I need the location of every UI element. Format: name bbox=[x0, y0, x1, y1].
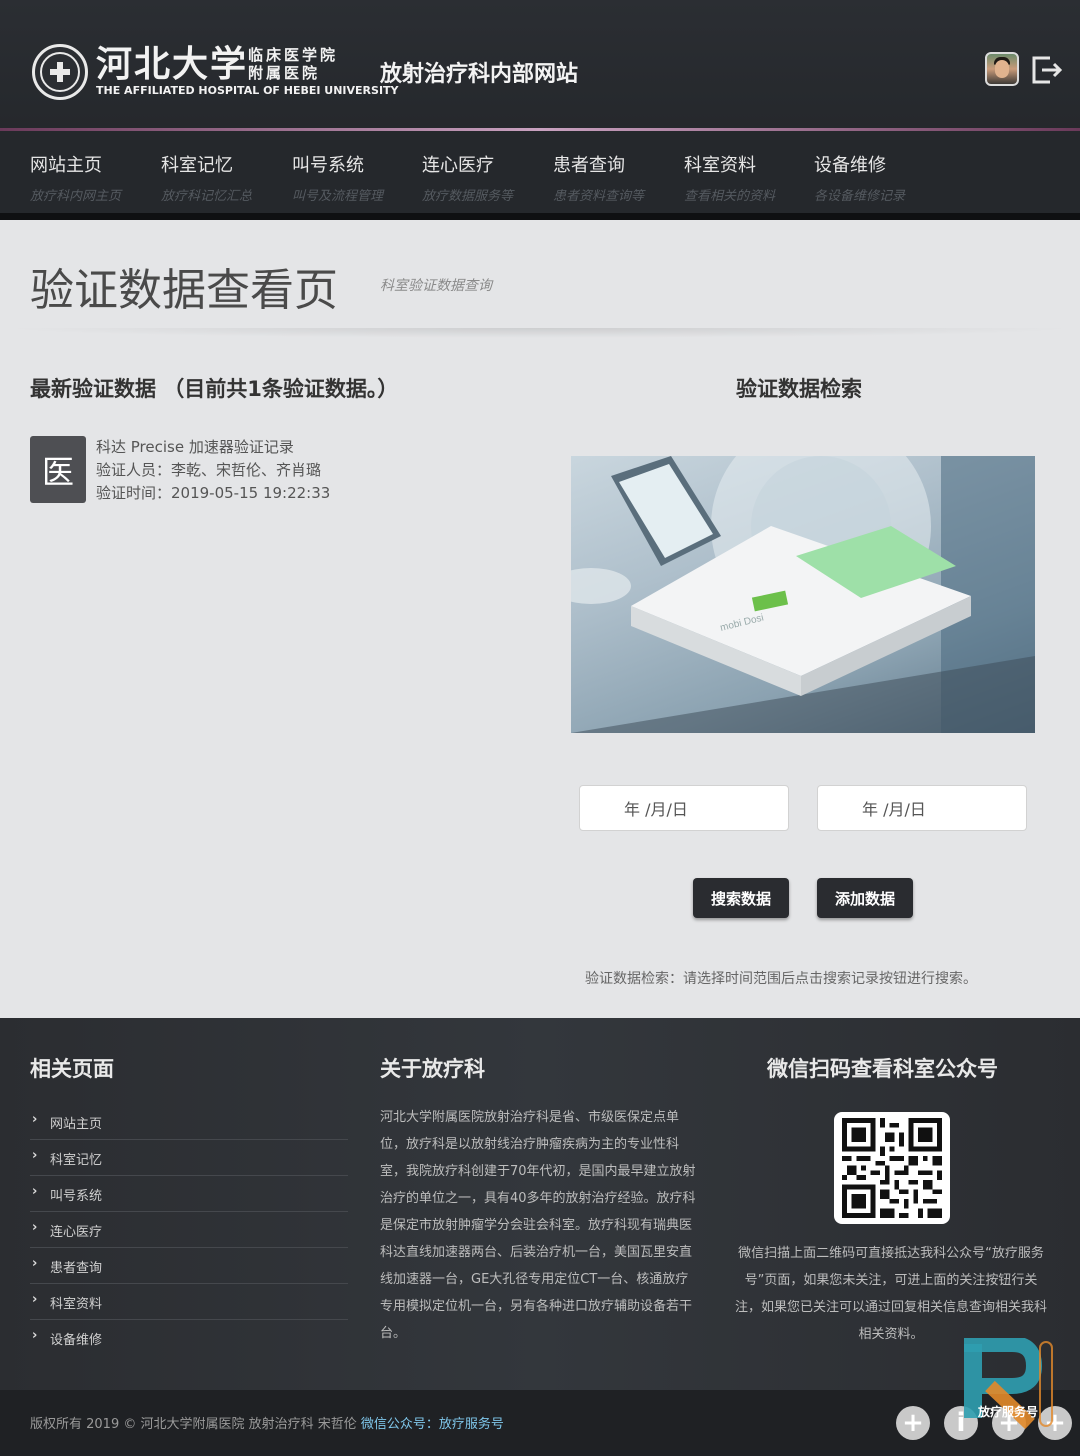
search-data-button[interactable]: 搜索数据 bbox=[693, 878, 789, 918]
nav-sublabel: 放疗科记忆汇总 bbox=[161, 189, 253, 204]
nav-label: 网站主页 bbox=[30, 155, 102, 176]
title-separator bbox=[0, 328, 1080, 338]
footer-link-repair[interactable]: › 设备维修 bbox=[30, 1320, 348, 1356]
watermark-label: 放疗服务号 bbox=[978, 1405, 1039, 1419]
end-date-input[interactable]: 年 /月/日 bbox=[817, 785, 1027, 831]
nav-sublabel: 患者资料查询等 bbox=[553, 189, 645, 204]
nav-sublabel: 放疗数据服务等 bbox=[422, 189, 514, 204]
record-badge: 医 bbox=[30, 436, 86, 503]
page-subtitle: 科室验证数据查询 bbox=[380, 278, 492, 294]
wechat-description: 微信扫描上面二维码可直接抵达我科公众号“放疗服务号”页面，如果您未关注，可进上面… bbox=[734, 1246, 1047, 1342]
footer-links-heading: 相关页面 bbox=[30, 1057, 114, 1081]
logo-subtitle: 临床医学院 附属医院 bbox=[248, 46, 339, 82]
latest-record-item[interactable]: 医 科达 Precise 加速器验证记录 验证人员：李乾、宋哲伦、齐肖璐 验证时… bbox=[30, 436, 550, 506]
nav-label: 连心医疗 bbox=[422, 155, 494, 176]
footer-link-docs[interactable]: › 科室资料 bbox=[30, 1284, 348, 1320]
add-data-button[interactable]: 添加数据 bbox=[817, 878, 913, 918]
nav-item-memory[interactable]: 科室记忆 放疗科记忆汇总 bbox=[161, 151, 281, 204]
footer-wechat-heading: 微信扫码查看科室公众号 bbox=[767, 1057, 998, 1081]
footer-link-memory[interactable]: › 科室记忆 bbox=[30, 1140, 348, 1176]
chevron-right-icon: › bbox=[32, 1328, 38, 1343]
footer-link-lianxin[interactable]: › 连心医疗 bbox=[30, 1212, 348, 1248]
search-heading: 验证数据检索 bbox=[736, 377, 862, 401]
footer-link-label: 患者查询 bbox=[50, 1261, 103, 1276]
site-title: 放射治疗科内部网站 bbox=[380, 62, 579, 87]
nav-label: 科室资料 bbox=[684, 155, 756, 176]
nav-label: 患者查询 bbox=[553, 155, 625, 176]
wechat-qr-code bbox=[834, 1112, 950, 1224]
nav-item-lianxin[interactable]: 连心医疗 放疗数据服务等 bbox=[422, 151, 542, 204]
cross-icon bbox=[50, 62, 70, 82]
nav-item-queue[interactable]: 叫号系统 叫号及流程管理 bbox=[292, 151, 412, 204]
wechat-account-link[interactable]: 微信公众号：放疗服务号 bbox=[361, 1417, 504, 1432]
footer-link-label: 科室资料 bbox=[50, 1297, 103, 1312]
page-title: 验证数据查看页 bbox=[30, 265, 338, 316]
record-time: 验证时间：2019-05-15 19:22:33 bbox=[96, 484, 331, 502]
nav-label: 科室记忆 bbox=[161, 155, 233, 176]
chevron-right-icon: › bbox=[32, 1112, 38, 1127]
footer-link-label: 科室记忆 bbox=[50, 1153, 103, 1168]
chevron-right-icon: › bbox=[32, 1220, 38, 1235]
footer-link-queue[interactable]: › 叫号系统 bbox=[30, 1176, 348, 1212]
nav-sublabel: 叫号及流程管理 bbox=[292, 189, 384, 204]
footer-link-label: 连心医疗 bbox=[50, 1225, 103, 1240]
record-people: 验证人员：李乾、宋哲伦、齐肖璐 bbox=[96, 461, 322, 479]
chevron-right-icon: › bbox=[32, 1292, 38, 1307]
plus-icon[interactable]: + bbox=[896, 1406, 930, 1440]
avatar-face bbox=[995, 60, 1009, 78]
footer-link-label: 叫号系统 bbox=[50, 1189, 103, 1204]
main-nav: 网站主页 放疗科内网主页 科室记忆 放疗科记忆汇总 叫号系统 叫号及流程管理 连… bbox=[0, 131, 1080, 215]
record-title[interactable]: 科达 Precise 加速器验证记录 bbox=[96, 436, 294, 457]
nav-sublabel: 放疗科内网主页 bbox=[30, 189, 122, 204]
logo-english-name: THE AFFILIATED HOSPITAL OF HEBEI UNIVERS… bbox=[96, 84, 399, 97]
chevron-right-icon: › bbox=[32, 1184, 38, 1199]
dosimetry-device-image: mobi Dosi bbox=[571, 456, 1035, 733]
nav-label: 设备维修 bbox=[814, 155, 886, 176]
nav-item-docs[interactable]: 科室资料 查看相关的资料 bbox=[684, 151, 804, 204]
device-illustration: mobi Dosi bbox=[571, 456, 1035, 733]
footer-link-home[interactable]: › 网站主页 bbox=[30, 1104, 348, 1140]
logout-icon[interactable] bbox=[1030, 54, 1064, 86]
copyright: 版权所有 2019 © 河北大学附属医院 放射治疗科 宋哲伦 微信公众号：放疗服… bbox=[30, 1413, 504, 1432]
qr-code-icon bbox=[842, 1118, 942, 1218]
chevron-right-icon: › bbox=[32, 1148, 38, 1163]
copyright-text: 版权所有 2019 © 河北大学附属医院 放射治疗科 宋哲伦 bbox=[30, 1417, 357, 1432]
logo-university-name: 河北大学 bbox=[96, 43, 249, 85]
nav-label: 叫号系统 bbox=[292, 155, 364, 176]
search-hint: 验证数据检索：请选择时间范围后点击搜索记录按钮进行搜索。 bbox=[585, 971, 977, 987]
about-text: 河北大学附属医院放射治疗科是省、市级医保定点单位，放疗科是以放射线治疗肿瘤疾病为… bbox=[380, 1110, 696, 1341]
footer-link-patient[interactable]: › 患者查询 bbox=[30, 1248, 348, 1284]
footer-link-label: 网站主页 bbox=[50, 1117, 103, 1132]
latest-data-heading: 最新验证数据 （目前共1条验证数据。） bbox=[30, 377, 399, 401]
footer-about-heading: 关于放疗科 bbox=[380, 1057, 485, 1081]
site-header: 河北大学 临床医学院 附属医院 THE AFFILIATED HOSPITAL … bbox=[0, 0, 1080, 130]
hospital-seal-logo[interactable] bbox=[32, 44, 88, 100]
nav-sublabel: 各设备维修记录 bbox=[814, 189, 906, 204]
nav-item-repair[interactable]: 设备维修 各设备维修记录 bbox=[814, 151, 934, 204]
nav-sublabel: 查看相关的资料 bbox=[684, 189, 776, 204]
user-avatar[interactable] bbox=[985, 52, 1019, 86]
start-date-input[interactable]: 年 /月/日 bbox=[579, 785, 789, 831]
nav-bottom-border bbox=[0, 213, 1080, 220]
chevron-right-icon: › bbox=[32, 1256, 38, 1271]
footer-link-label: 设备维修 bbox=[50, 1333, 103, 1348]
nav-item-patient[interactable]: 患者查询 患者资料查询等 bbox=[553, 151, 673, 204]
nav-item-home[interactable]: 网站主页 放疗科内网主页 bbox=[30, 151, 150, 204]
seal-ring bbox=[40, 52, 80, 92]
